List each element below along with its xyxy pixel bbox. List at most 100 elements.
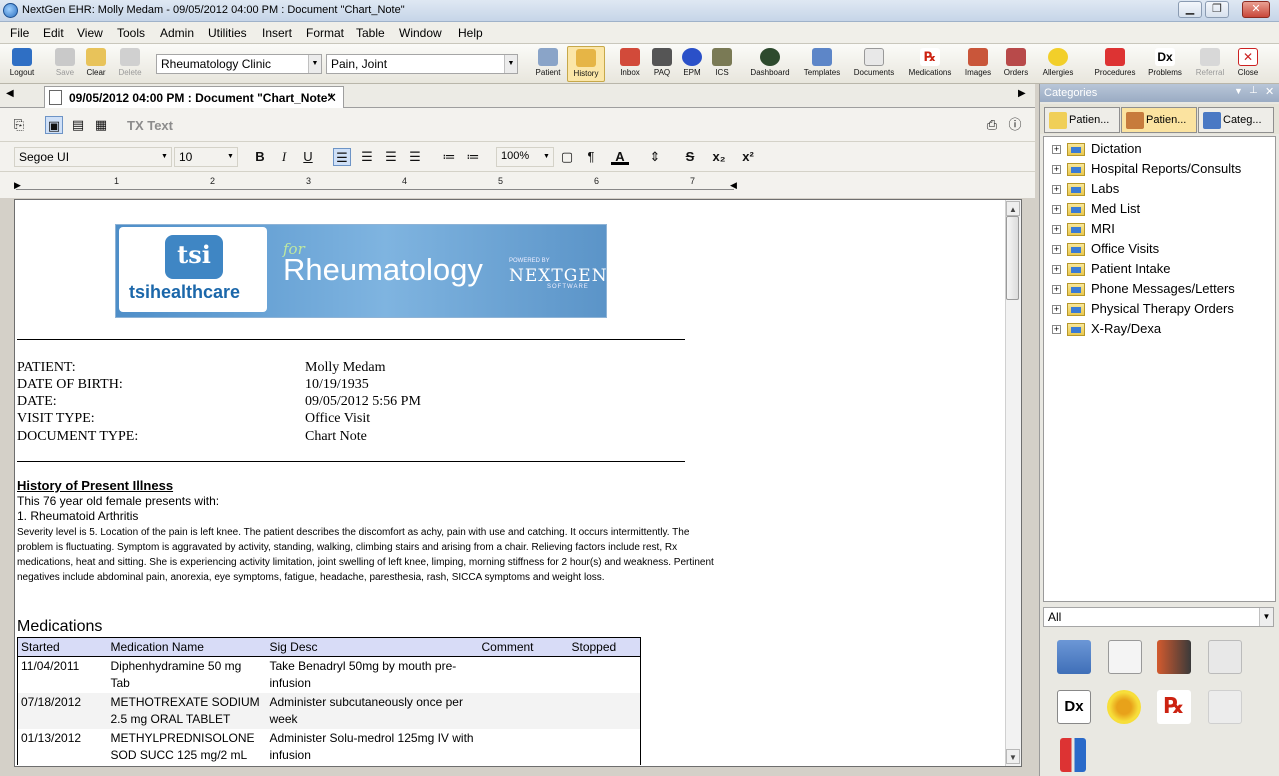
view-page-icon[interactable]: ▤ [69,116,87,134]
orders-button[interactable]: Orders [998,46,1034,82]
menu-format[interactable]: Format [306,26,344,40]
allergies-button[interactable]: Allergies [1038,46,1078,82]
menu-window[interactable]: Window [399,26,442,40]
procedures-quick-icon[interactable] [1208,640,1242,674]
tree-node-labs[interactable]: + Labs [1052,181,1119,199]
expand-icon[interactable]: + [1052,285,1061,295]
expand-icon[interactable]: + [1052,165,1061,175]
superscript-icon[interactable]: x² [739,148,757,166]
procedures-button[interactable]: Procedures [1092,46,1138,82]
templates-quick-icon[interactable] [1057,640,1091,674]
numbered-list-icon[interactable]: ≔ [440,148,458,166]
scroll-down-icon[interactable]: ▼ [1006,749,1020,764]
view-image-icon[interactable]: ▦ [92,116,110,134]
tab-scroll-left-icon[interactable]: ◀ [6,88,14,99]
expand-icon[interactable]: + [1052,205,1061,215]
referral-button[interactable]: Referral [1191,46,1229,82]
scroll-thumb[interactable] [1006,216,1019,300]
document-editor[interactable]: tsi tsihealthcare for Rheumatology POWER… [14,199,1022,767]
patient-button[interactable]: Patient [530,46,566,82]
justify-icon[interactable]: ☰ [406,148,424,166]
practice-combo[interactable]: Rheumatology Clinic ▼ [156,54,322,74]
expand-icon[interactable]: + [1052,245,1061,255]
print-icon[interactable]: ⎙ [983,116,1001,134]
frame-icon[interactable]: ▢ [558,148,576,166]
tree-node-xray-dexa[interactable]: + X-Ray/Dexa [1052,321,1161,339]
tab-chart-note[interactable]: 09/05/2012 04:00 PM : Document "Chart_No… [44,86,344,108]
align-center-icon[interactable]: ☰ [358,148,376,166]
expand-icon[interactable]: + [1052,145,1061,155]
menu-admin[interactable]: Admin [160,26,194,40]
tab-patient-folders[interactable]: Patien... [1044,107,1120,133]
minimize-button[interactable]: ▁ [1178,1,1202,18]
italic-icon[interactable]: I [275,148,293,166]
menu-view[interactable]: View [77,26,103,40]
close-panel-icon[interactable]: ✕ [1265,85,1274,98]
menu-utilities[interactable]: Utilities [208,26,247,40]
expand-icon[interactable]: + [1052,185,1061,195]
bold-icon[interactable]: B [251,148,269,166]
menu-help[interactable]: Help [458,26,483,40]
ruler[interactable]: 1 2 3 4 5 6 7 ▶ ◀ [0,172,1035,198]
font-color-icon[interactable]: A [611,148,629,165]
dx-quick-icon[interactable]: Dx [1057,690,1091,724]
tab-patient-people[interactable]: Patien... [1121,107,1197,133]
tree-node-phone-messages[interactable]: + Phone Messages/Letters [1052,281,1235,299]
tree-node-dictation[interactable]: + Dictation [1052,141,1142,159]
tree-node-patient-intake[interactable]: + Patient Intake [1052,261,1171,279]
logout-button[interactable]: Logout [4,46,40,82]
strikethrough-icon[interactable]: S [681,148,699,166]
reason-combo[interactable]: Pain, Joint ▼ [326,54,518,74]
documents-quick-icon[interactable] [1108,640,1142,674]
pilcrow-icon[interactable]: ¶ [582,148,600,166]
dashboard-button[interactable]: Dashboard [748,46,792,82]
align-left-icon[interactable]: ☰ [333,148,351,166]
font-family-select[interactable]: Segoe UI ▼ [14,147,172,167]
allergies-quick-icon[interactable] [1107,690,1141,724]
menu-insert[interactable]: Insert [262,26,292,40]
tree-node-office-visits[interactable]: + Office Visits [1052,241,1159,259]
tree-node-mri[interactable]: + MRI [1052,221,1115,239]
expand-icon[interactable]: + [1052,225,1061,235]
medications-button[interactable]: ℞ Medications [905,46,955,82]
pin-icon[interactable]: ⊥ [1249,85,1258,96]
category-filter-select[interactable]: All ▼ [1043,607,1274,627]
history-button[interactable]: History [567,46,605,82]
clear-button[interactable]: Clear [78,46,114,82]
view-normal-icon[interactable]: ▣ [45,116,63,134]
align-right-icon[interactable]: ☰ [382,148,400,166]
scroll-up-icon[interactable]: ▲ [1006,201,1020,216]
underline-icon[interactable]: U [299,148,317,166]
tree-node-pt-orders[interactable]: + Physical Therapy Orders [1052,301,1234,319]
orders-quick-icon[interactable] [1060,738,1086,772]
dropdown-icon[interactable]: ▼ [1234,86,1243,96]
rx-quick-icon[interactable]: ℞ [1157,690,1191,724]
close-document-button[interactable]: ✕ Close [1232,46,1264,82]
tree-node-hospital-reports[interactable]: + Hospital Reports/Consults [1052,161,1241,179]
bullet-list-icon[interactable]: ≔ [464,148,482,166]
documents-button[interactable]: Documents [852,46,896,82]
close-window-button[interactable]: ✕ [1242,1,1270,18]
tab-categories[interactable]: Categ... [1198,107,1274,133]
tab-scroll-right-icon[interactable]: ▶ [1018,88,1026,99]
menu-file[interactable]: File [10,26,29,40]
paste-icon[interactable]: ⎘ [10,116,28,134]
font-size-select[interactable]: 10 ▼ [174,147,238,167]
images-quick-icon[interactable] [1157,640,1191,674]
images-button[interactable]: Images [960,46,996,82]
delete-button[interactable]: Delete [112,46,148,82]
line-spacing-icon[interactable]: ⇕ [646,148,664,166]
restore-button[interactable]: ❐ [1205,1,1229,18]
expand-icon[interactable]: + [1052,305,1061,315]
expand-icon[interactable]: + [1052,325,1061,335]
zoom-select[interactable]: 100% ▼ [496,147,554,167]
properties-icon[interactable]: ⓘ [1006,116,1024,134]
subscript-icon[interactable]: x₂ [710,148,728,166]
left-indent-marker[interactable]: ▶ [14,180,21,191]
expand-icon[interactable]: + [1052,265,1061,275]
right-indent-marker[interactable]: ◀ [730,180,737,191]
close-tab-icon[interactable]: ✕ [326,90,337,106]
problems-button[interactable]: Dx Problems [1145,46,1185,82]
ics-button[interactable]: ICS [704,46,740,82]
tree-node-med-list[interactable]: + Med List [1052,201,1140,219]
